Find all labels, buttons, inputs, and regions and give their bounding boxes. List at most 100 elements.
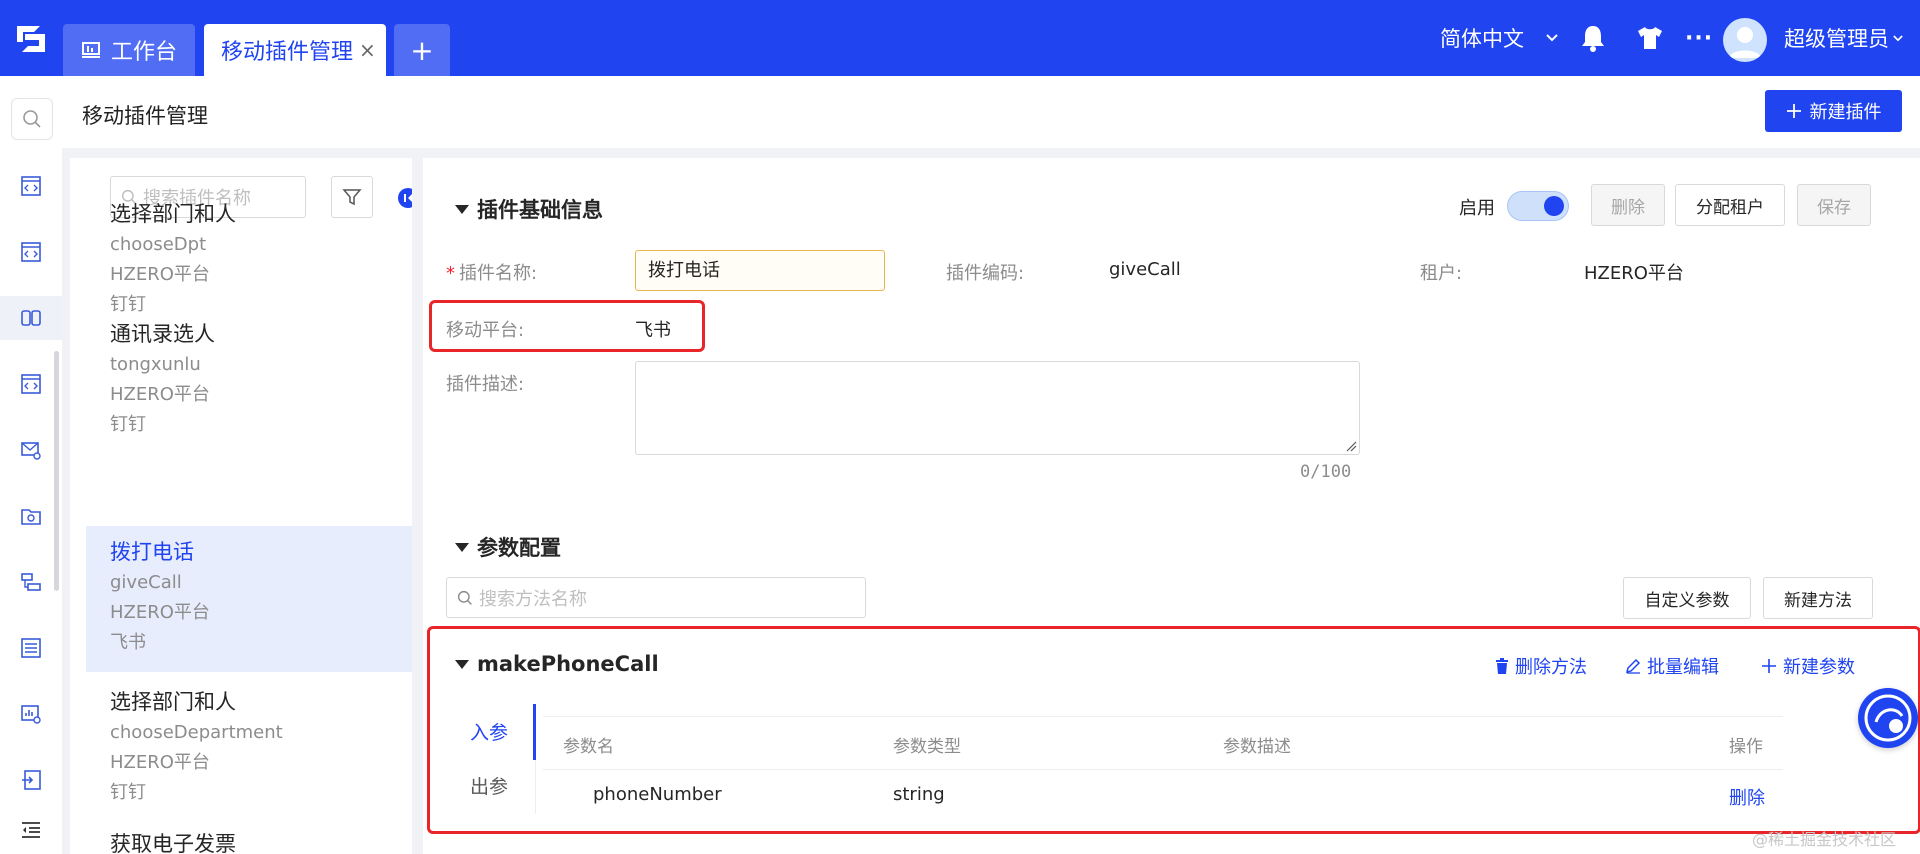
tenant-value: HZERO平台 — [1584, 263, 1684, 284]
assistant-float-button[interactable] — [1858, 688, 1918, 748]
plugin-list-item[interactable]: 通讯录选人 tongxunlu HZERO平台 钉钉 — [86, 318, 412, 440]
column-header-param-name: 参数名 — [563, 737, 614, 757]
plugin-item-name: 通讯录选人 — [110, 322, 215, 346]
tab-input-params[interactable]: 入参 — [470, 718, 508, 745]
rail-item-import[interactable] — [0, 758, 62, 802]
chevron-down-icon — [1546, 34, 1558, 42]
search-icon — [457, 590, 472, 605]
dashboard-icon — [82, 42, 100, 58]
batch-edit-label: 批量编辑 — [1647, 657, 1719, 678]
close-icon[interactable]: × — [359, 38, 376, 62]
code-window-icon — [21, 242, 41, 262]
more-options-button[interactable]: ··· — [1685, 0, 1713, 76]
notification-button[interactable] — [1580, 0, 1606, 76]
rail-item-chart-settings[interactable] — [0, 692, 62, 736]
plugin-code-value: giveCall — [1109, 259, 1181, 280]
plus-icon — [1786, 104, 1801, 118]
basic-info-section-toggle[interactable]: 插件基础信息 — [455, 194, 603, 224]
plugin-item-code: tongxunlu — [110, 354, 201, 375]
rail-item-sliders[interactable] — [0, 626, 62, 670]
plugin-item-code: giveCall — [110, 572, 182, 593]
user-menu[interactable]: 超级管理员 — [1784, 0, 1903, 76]
delete-method-button[interactable]: 删除方法 — [1495, 653, 1587, 679]
rail-item-mail-settings[interactable] — [0, 428, 62, 472]
sliders-icon — [21, 638, 41, 658]
plugin-list-item[interactable]: 选择部门和人 chooseDpt HZERO平台 钉钉 — [86, 198, 412, 320]
column-header-param-type: 参数类型 — [893, 737, 961, 757]
rail-item-collapse-menu[interactable] — [0, 808, 62, 852]
plus-icon — [1762, 659, 1776, 673]
plugin-item-tenant: HZERO平台 — [110, 752, 210, 773]
chevron-down-icon — [1893, 34, 1903, 41]
rail-item-plugins[interactable] — [0, 296, 62, 340]
columns-icon — [21, 310, 41, 326]
rail-item-code-1[interactable] — [0, 164, 62, 208]
param-config-section-toggle[interactable]: 参数配置 — [455, 532, 561, 562]
rail-scrollbar[interactable] — [54, 351, 59, 591]
avatar[interactable] — [1723, 18, 1767, 62]
plugin-item-name: 获取电子发票 — [110, 832, 236, 854]
plugin-name-label-text: 插件名称: — [459, 263, 538, 284]
mail-gear-icon — [21, 442, 41, 460]
row-delete-link[interactable]: 删除 — [1729, 784, 1765, 810]
new-param-button[interactable]: 新建参数 — [1761, 653, 1855, 679]
param-table-header: 参数名 参数类型 参数描述 操作 — [543, 716, 1783, 770]
method-search-input[interactable]: 搜索方法名称 — [446, 577, 866, 618]
tenant-label: 租户: — [1420, 263, 1463, 284]
theme-button[interactable] — [1636, 0, 1664, 76]
tab-output-params[interactable]: 出参 — [470, 772, 508, 799]
assign-tenant-button[interactable]: 分配租户 — [1675, 184, 1785, 226]
plugin-detail-panel: 插件基础信息 启用 删除 分配租户 保存 * 插件名称: 拨打电话 插件编码: g… — [423, 158, 1920, 854]
menu-search-button[interactable] — [11, 98, 53, 140]
plugin-list-item[interactable]: 选择部门和人 chooseDepartment HZERO平台 钉钉 — [86, 686, 412, 808]
enable-switch[interactable] — [1507, 191, 1569, 221]
rail-item-code-2[interactable] — [0, 230, 62, 274]
new-plugin-button[interactable]: 新建插件 — [1765, 90, 1902, 132]
code-window-icon — [21, 374, 41, 394]
platform-label: 移动平台: — [446, 320, 525, 341]
plugin-name-input[interactable]: 拨打电话 — [635, 250, 885, 291]
tab-mobile-plugin-management[interactable]: 移动插件管理 × — [204, 24, 386, 76]
param-name-cell: phoneNumber — [593, 784, 722, 805]
page-header: 移动插件管理 新建插件 — [62, 76, 1920, 148]
layout-icon — [21, 573, 41, 591]
new-plugin-label: 新建插件 — [1809, 102, 1882, 122]
save-button[interactable]: 保存 — [1797, 184, 1871, 226]
add-tab-button[interactable]: + — [394, 24, 450, 76]
plugin-item-name: 选择部门和人 — [110, 690, 236, 714]
app-logo — [17, 26, 45, 52]
description-textarea[interactable] — [635, 361, 1360, 455]
rail-item-folder-settings[interactable] — [0, 494, 62, 538]
resize-handle-icon — [1346, 441, 1357, 452]
caret-down-icon — [455, 204, 469, 214]
new-method-button[interactable]: 新建方法 — [1763, 577, 1873, 619]
caret-down-icon — [455, 542, 469, 552]
platform-value: 飞书 — [635, 320, 671, 341]
method-search-placeholder: 搜索方法名称 — [479, 588, 587, 610]
description-char-counter: 0/100 — [1300, 462, 1352, 482]
plugin-list-item[interactable]: 获取电子发票 — [86, 828, 412, 854]
plugin-code-label: 插件编码: — [946, 263, 1025, 284]
language-selector[interactable]: 简体中文 — [1440, 0, 1558, 76]
switch-knob — [1544, 196, 1564, 216]
username: 超级管理员 — [1784, 27, 1889, 51]
plugin-item-tenant: HZERO平台 — [110, 602, 210, 623]
watermark: @稀土掘金技术社区 — [1752, 830, 1897, 849]
param-type-cell: string — [893, 784, 945, 805]
rail-item-layout[interactable] — [0, 560, 62, 604]
new-param-label: 新建参数 — [1783, 657, 1855, 678]
batch-edit-button[interactable]: 批量编辑 — [1625, 653, 1719, 679]
method-section-toggle[interactable]: makePhoneCall — [455, 652, 659, 676]
plugin-item-name: 拨打电话 — [110, 540, 194, 564]
tab-workbench[interactable]: 工作台 — [63, 24, 195, 76]
assistant-icon — [1864, 694, 1912, 742]
edit-icon — [1625, 658, 1641, 674]
plugin-list-item-selected[interactable]: 拨打电话 giveCall HZERO平台 飞书 — [86, 526, 412, 672]
language-label: 简体中文 — [1440, 27, 1524, 51]
delete-button[interactable]: 删除 — [1591, 184, 1665, 226]
plugin-item-code: chooseDpt — [110, 234, 207, 255]
rail-item-code-3[interactable] — [0, 362, 62, 406]
chart-gear-icon — [21, 705, 41, 724]
custom-param-button[interactable]: 自定义参数 — [1623, 577, 1751, 619]
method-name: makePhoneCall — [477, 652, 659, 676]
